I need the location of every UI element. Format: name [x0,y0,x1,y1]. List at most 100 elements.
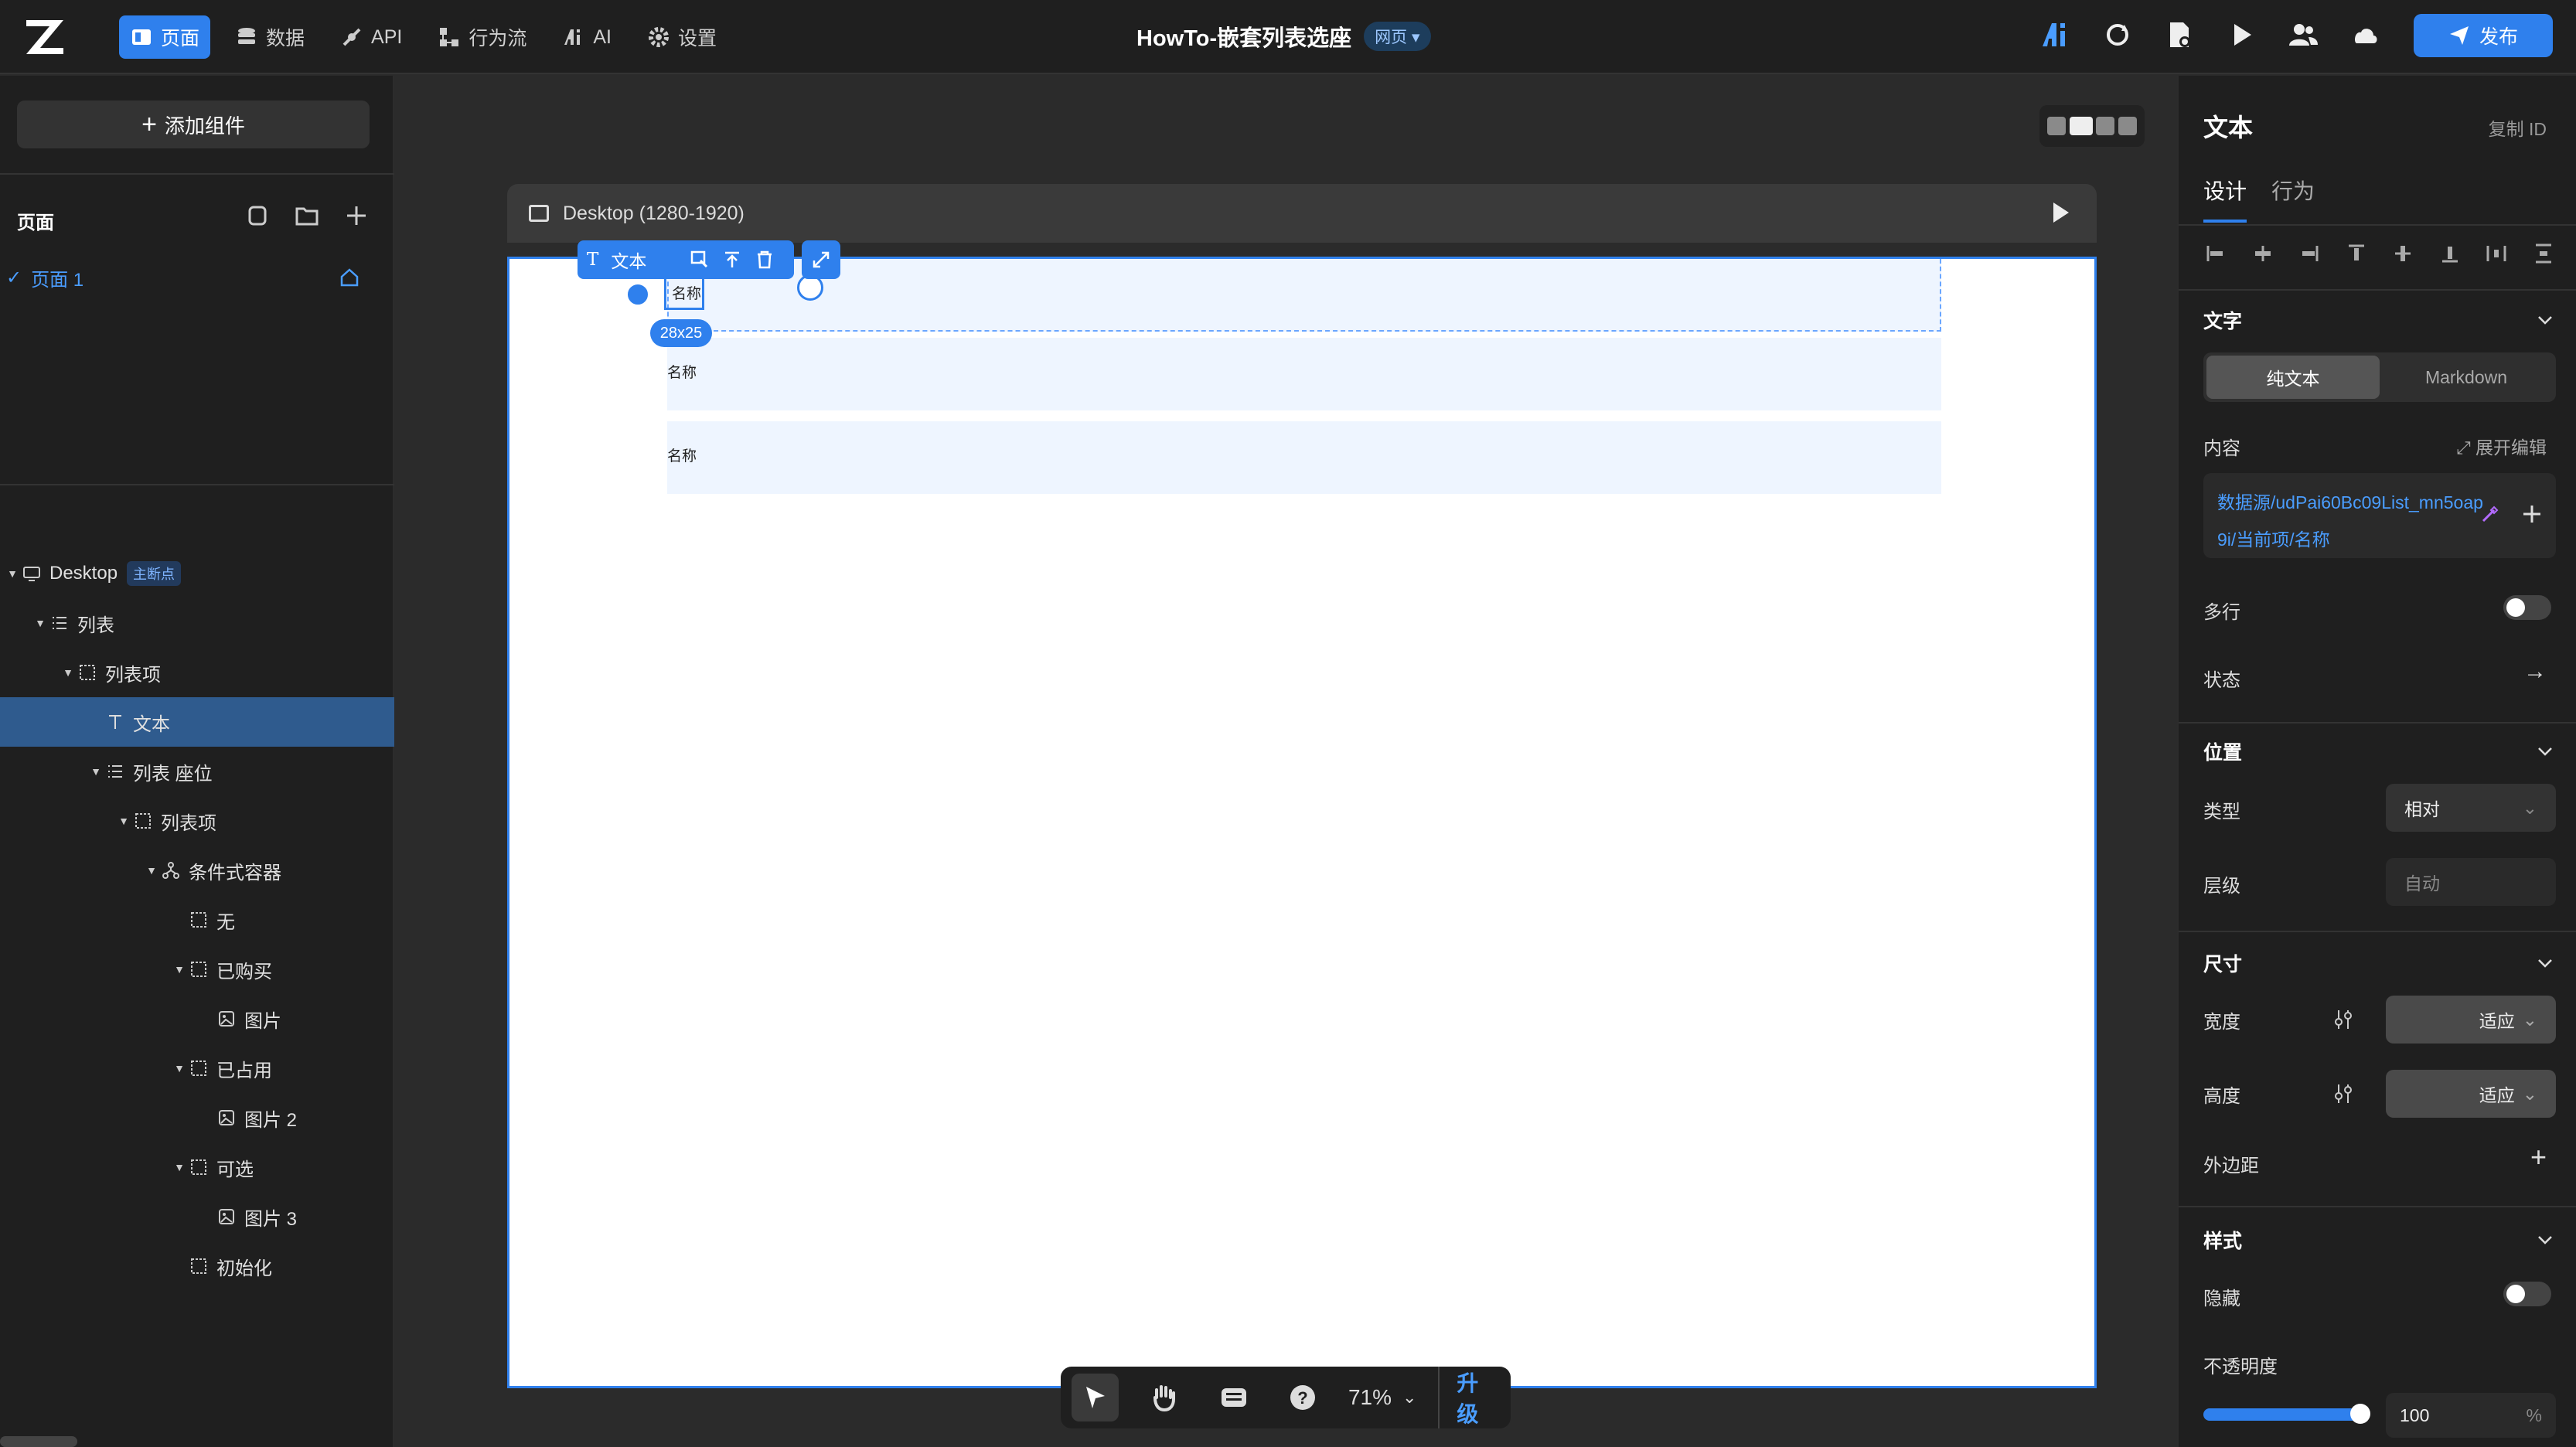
size-section-header[interactable]: 尺寸 [2203,949,2556,977]
tab-behavior[interactable]: 行为 [2271,175,2315,223]
comment-tool[interactable] [1210,1374,1257,1421]
caret-down-icon[interactable]: ▼ [172,963,187,975]
position-section-header[interactable]: 位置 [2203,737,2556,765]
home-icon[interactable] [339,267,360,288]
mobile-view-icon[interactable] [2118,117,2137,135]
nav-api[interactable]: API [329,15,413,59]
preview-play-icon[interactable] [2225,19,2257,51]
list-item-text[interactable]: 名称 [667,361,697,382]
device-switcher[interactable] [2039,105,2145,147]
layer-item[interactable]: 图片 2 [0,1093,394,1142]
nav-pages[interactable]: 页面 [119,15,211,59]
expand-edit-link[interactable]: ⤢ 展开编辑 [2456,433,2547,459]
select-parent-icon[interactable] [690,250,710,270]
align-top-icon[interactable] [2344,241,2369,266]
layer-item[interactable]: ▼ 列表 [0,598,394,648]
align-bottom-icon[interactable] [2438,241,2462,266]
add-component-button[interactable]: + 添加组件 [17,100,370,148]
refresh-icon[interactable] [2101,19,2134,51]
expand-button[interactable] [802,240,840,279]
style-section-header[interactable]: 样式 [2203,1226,2556,1254]
caret-down-icon[interactable]: ▼ [88,765,104,778]
add-icon[interactable] [2519,501,2545,527]
users-icon[interactable] [2287,19,2319,51]
list-item[interactable]: 名称 [667,259,1941,332]
layer-item[interactable]: ▼ 条件式容器 [0,846,394,895]
opacity-slider[interactable] [2203,1404,2370,1424]
caret-down-icon[interactable]: ▼ [5,567,20,580]
list-item-text[interactable]: 名称 [667,444,697,465]
mode-plain-text[interactable]: 纯文本 [2206,356,2380,399]
move-up-icon[interactable] [722,250,742,270]
layer-item[interactable]: 图片 [0,994,394,1044]
page-item-1[interactable]: ✓ 页面 1 [0,258,387,297]
copy-id-button[interactable]: 复制 ID [2489,114,2547,141]
align-right-icon[interactable] [2297,241,2322,266]
align-center-h-icon[interactable] [2251,241,2275,266]
tablet-view-icon[interactable] [2096,117,2115,135]
height-select[interactable]: 适应 ⌄ [2386,1070,2556,1118]
arrow-right-icon[interactable]: → [2523,659,2547,685]
page-template-icon[interactable] [244,203,271,229]
element-toolbar[interactable]: T 文本 [578,240,794,279]
selection-box[interactable] [664,276,704,310]
desktop-frame[interactable]: 名称 名称 名称 28x25 T 文本 [507,240,2097,1388]
desktop-view-icon[interactable] [2069,117,2093,135]
align-left-icon[interactable] [2203,241,2228,266]
add-margin-icon[interactable]: + [2530,1141,2547,1173]
layer-input[interactable]: 自动 [2386,858,2556,906]
caret-down-icon[interactable]: ▼ [144,864,159,877]
magic-wand-icon[interactable] [2477,501,2503,527]
caret-down-icon[interactable]: ▼ [172,1062,187,1074]
layer-item[interactable]: ▼ 已购买 [0,945,394,994]
caret-down-icon[interactable]: ▼ [32,617,48,629]
zoom-control[interactable]: 71% ⌄ [1348,1385,1416,1410]
frame-header[interactable]: Desktop (1280-1920) [507,184,2097,243]
upgrade-link[interactable]: 升级 [1438,1367,1500,1428]
multiline-toggle[interactable] [2503,595,2551,620]
mode-markdown[interactable]: Markdown [2380,356,2553,399]
ai-assistant-icon[interactable] [2039,19,2072,51]
nav-data[interactable]: 数据 [224,15,315,59]
text-section-header[interactable]: 文字 [2203,306,2556,334]
caret-down-icon[interactable]: ▼ [60,666,76,679]
layer-item[interactable]: 无 [0,895,394,945]
nav-flow[interactable]: 行为流 [427,15,537,59]
opacity-input[interactable]: 100 % [2386,1393,2556,1438]
app-logo[interactable] [23,17,66,57]
cloud-icon[interactable] [2349,19,2381,51]
horizontal-scrollbar[interactable] [0,1436,77,1447]
layer-item[interactable]: 文本 [0,697,394,747]
layer-item[interactable]: ▼ 列表项 [0,796,394,846]
caret-down-icon[interactable]: ▼ [172,1161,187,1173]
publish-button[interactable]: 发布 [2414,14,2553,57]
help-tool[interactable]: ? [1279,1374,1326,1421]
position-type-select[interactable]: 相对 ⌄ [2386,784,2556,832]
layer-item[interactable]: ▼ 列表项 [0,648,394,697]
grid-view-icon[interactable] [2047,117,2067,135]
nav-ai[interactable]: AI [551,15,622,59]
delete-icon[interactable] [755,250,775,270]
doc-type-badge[interactable]: 网页 ▾ [1364,22,1431,51]
layer-item[interactable]: ▼ 列表 座位 [0,747,394,796]
layer-item[interactable]: ▼ 可选 [0,1142,394,1192]
content-binding-value[interactable]: 数据源/udPai60Bc09List_mn5oap9i/当前项/名称 [2217,492,2483,550]
document-title[interactable]: HowTo-嵌套列表选座 网页 ▾ [1136,20,1431,53]
layer-item[interactable]: 初始化 [0,1241,394,1291]
canvas-area[interactable]: Desktop (1280-1920) 名称 名称 名称 28x25 T 文本 [396,76,2176,1447]
caret-down-icon[interactable]: ▼ [116,815,131,827]
nav-settings[interactable]: 设置 [636,15,727,59]
list-item[interactable]: 名称 [667,338,1941,410]
select-tool[interactable] [1072,1374,1119,1421]
drag-handle[interactable] [625,282,650,307]
layer-item[interactable]: ▼ 已占用 [0,1044,394,1093]
file-settings-icon[interactable] [2163,19,2196,51]
layer-item[interactable]: 图片 3 [0,1192,394,1241]
add-page-icon[interactable] [343,203,370,229]
add-folder-icon[interactable] [294,203,320,229]
hand-tool[interactable] [1140,1374,1187,1421]
tab-design[interactable]: 设计 [2203,175,2247,223]
distribute-v-icon[interactable] [2531,241,2556,266]
align-center-v-icon[interactable] [2390,241,2415,266]
sliders-icon[interactable] [2330,1081,2356,1107]
